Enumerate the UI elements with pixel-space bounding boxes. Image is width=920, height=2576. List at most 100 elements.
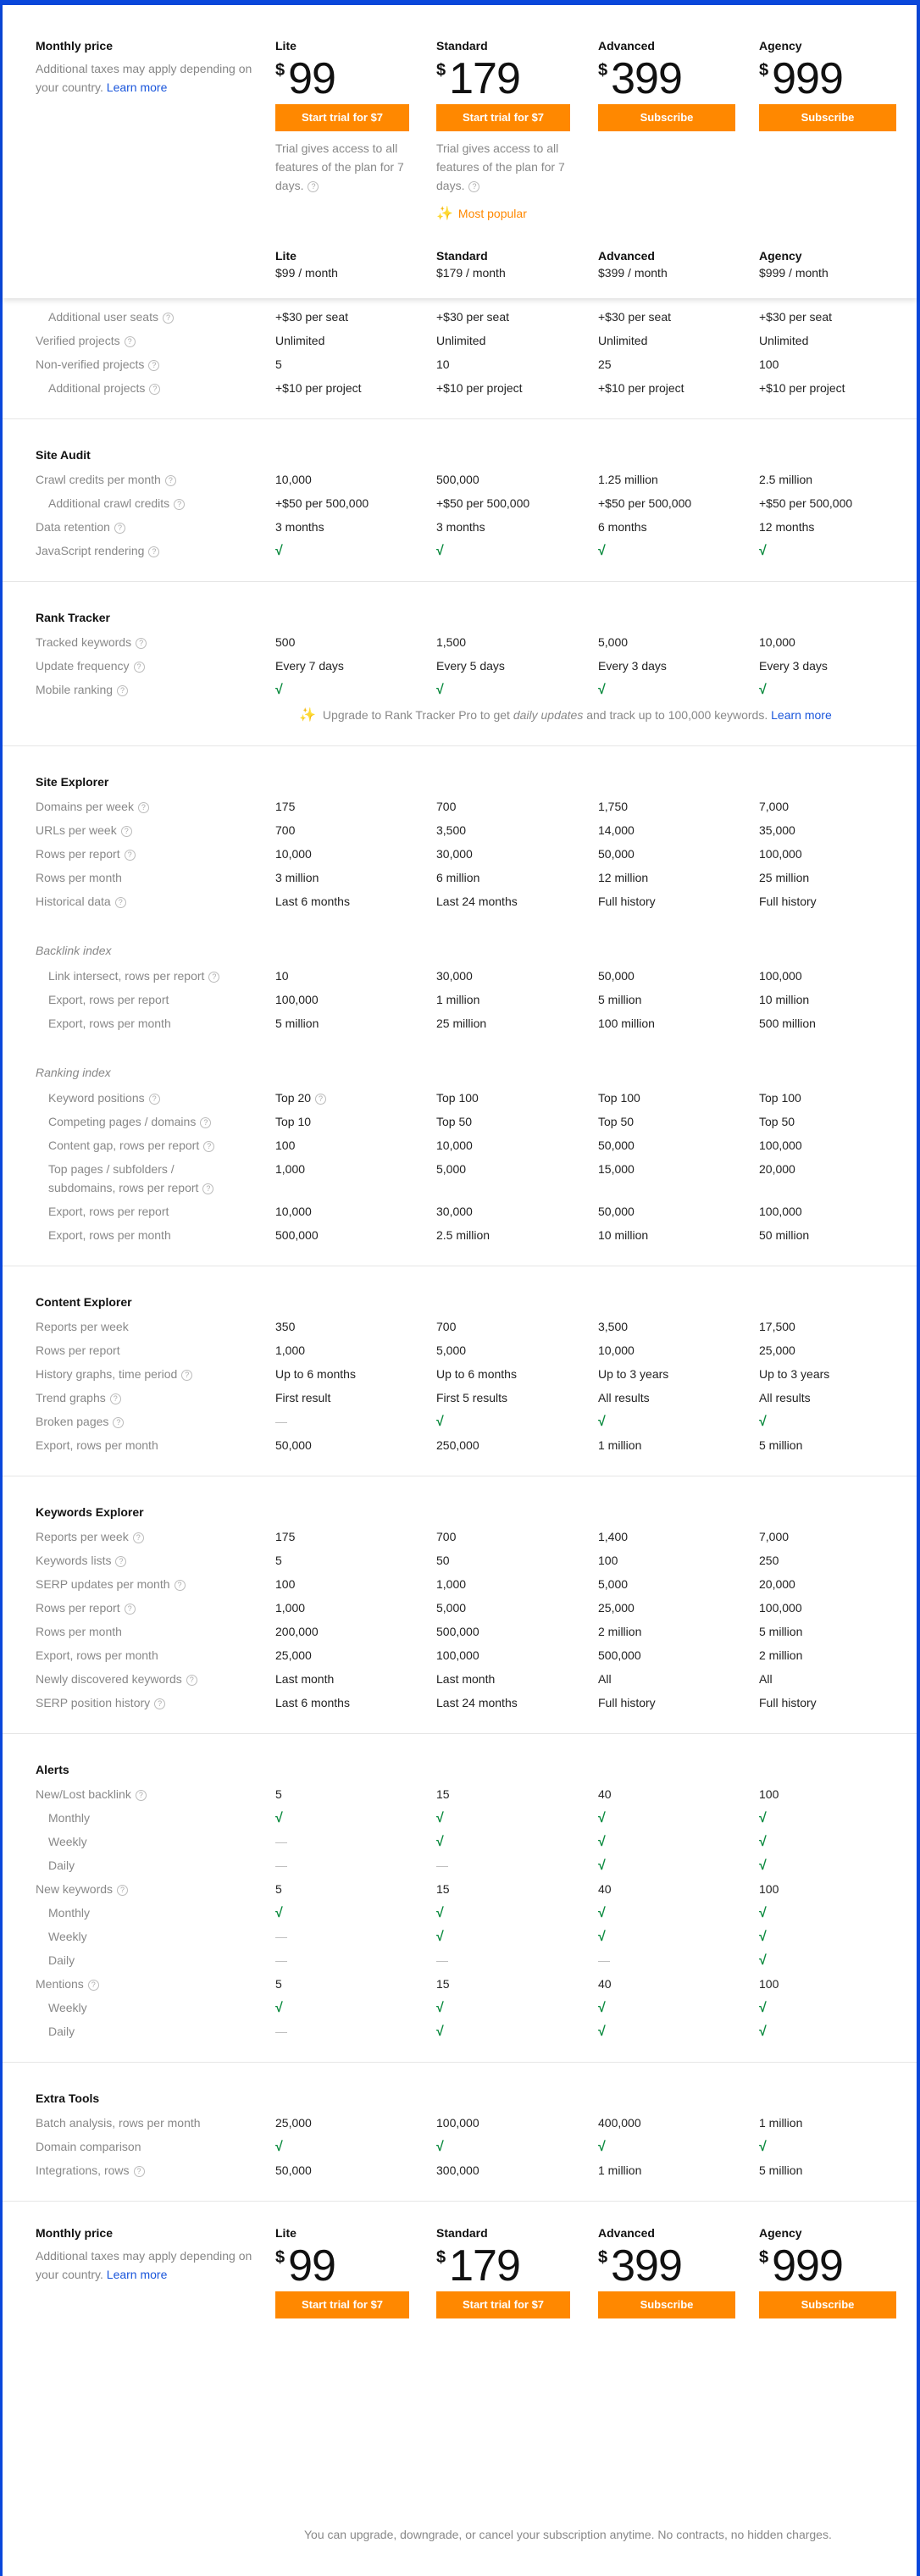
cell-value: 175	[275, 1530, 296, 1543]
price-amount: 399	[611, 2241, 683, 2291]
cell-value: 3 months	[275, 520, 324, 534]
help-icon[interactable]: ?	[174, 498, 186, 510]
help-icon[interactable]: ?	[308, 180, 319, 192]
row-label: Rows per month	[36, 866, 256, 889]
help-icon[interactable]: ?	[124, 849, 136, 861]
help-icon[interactable]: ?	[87, 1979, 99, 1991]
help-icon[interactable]: ?	[164, 474, 176, 486]
cell: 25,000	[275, 2111, 419, 2135]
row-label: New/Lost backlink?	[36, 1782, 256, 1806]
cell: √	[598, 539, 742, 563]
help-icon[interactable]: ?	[162, 312, 174, 324]
help-icon[interactable]: ?	[114, 896, 126, 908]
help-icon[interactable]: ?	[117, 684, 129, 696]
help-icon[interactable]: ?	[115, 1555, 127, 1567]
cell-value: 250	[759, 1554, 779, 1567]
table-row: JavaScript rendering? √ √ √ √	[3, 539, 917, 562]
help-icon[interactable]: ?	[208, 971, 220, 983]
help-icon[interactable]: ?	[148, 546, 160, 557]
help-icon[interactable]: ?	[133, 2165, 145, 2177]
cell-value: 35,000	[759, 823, 795, 837]
check-icon: √	[759, 1859, 767, 1873]
cell: 100 million	[598, 1011, 742, 1035]
help-icon[interactable]: ?	[154, 1698, 166, 1709]
check-icon: √	[436, 1930, 444, 1944]
cell-value: 350	[275, 1320, 296, 1333]
currency-symbol: $	[275, 2248, 285, 2267]
subscribe-button[interactable]: Subscribe	[759, 104, 896, 131]
help-icon[interactable]: ?	[468, 180, 480, 192]
row-label-text: SERP updates per month?	[36, 1577, 186, 1591]
upgrade-learn-more-link[interactable]: Learn more	[771, 708, 832, 722]
start-trial-button[interactable]: Start trial for $7	[436, 104, 570, 131]
cell: 100	[759, 1972, 903, 1996]
subscribe-button[interactable]: Subscribe	[598, 104, 735, 131]
help-icon[interactable]: ?	[114, 522, 125, 534]
help-icon[interactable]: ?	[186, 1674, 197, 1686]
help-icon[interactable]: ?	[148, 359, 160, 371]
compact-plan-header: Agency $999 / month	[759, 249, 903, 280]
cell: √	[598, 2135, 742, 2159]
cell: 500	[275, 630, 419, 654]
help-icon[interactable]: ?	[120, 825, 132, 837]
plan-price: $999	[759, 56, 903, 103]
cell: 10,000	[275, 842, 419, 866]
compact-plan-header: Standard $179 / month	[436, 249, 580, 280]
help-icon[interactable]: ?	[124, 335, 136, 347]
cell-value: 2.5 million	[436, 1228, 490, 1242]
check-icon: √	[436, 1835, 444, 1849]
cell: 3 million	[275, 866, 419, 889]
table-row: SERP updates per month? 100 1,000 5,000 20,0…	[3, 1572, 917, 1596]
cell-value: 100	[759, 1882, 779, 1896]
help-icon[interactable]: ?	[133, 661, 145, 673]
cell: 6 million	[436, 866, 580, 889]
help-icon[interactable]: ?	[137, 801, 149, 813]
cell: —	[598, 1948, 742, 1972]
help-icon[interactable]: ?	[117, 1884, 129, 1896]
help-icon[interactable]: ?	[149, 383, 161, 395]
cell: 5	[275, 1548, 419, 1572]
help-icon[interactable]: ?	[113, 1416, 125, 1428]
check-icon: √	[598, 2140, 606, 2154]
cell-value: 700	[436, 800, 457, 813]
cell: √	[436, 2135, 580, 2159]
cell: √	[275, 2135, 419, 2159]
help-icon[interactable]: ?	[203, 1140, 215, 1152]
help-icon[interactable]: ?	[202, 1183, 214, 1194]
start-trial-button[interactable]: Start trial for $7	[436, 2291, 570, 2318]
cell: 100,000	[759, 842, 903, 866]
plan-name: Standard	[436, 39, 488, 53]
help-icon[interactable]: ?	[200, 1116, 212, 1128]
help-icon[interactable]: ?	[315, 1093, 327, 1105]
cell: 700	[436, 1315, 580, 1338]
cell-value: 5	[275, 357, 282, 371]
table-row: Weekly — √ √ √	[3, 1830, 917, 1853]
help-icon[interactable]: ?	[135, 1789, 147, 1801]
help-icon[interactable]: ?	[148, 1093, 160, 1105]
help-icon[interactable]: ?	[174, 1579, 186, 1591]
cell-value: +$10 per project	[436, 381, 523, 395]
table-row: Broken pages? — √ √ √	[3, 1410, 917, 1433]
learn-more-link[interactable]: Learn more	[107, 2268, 168, 2281]
row-label-text: Additional crawl credits?	[36, 496, 186, 510]
cell-value: 5 million	[275, 1017, 319, 1030]
cell-value: Every 3 days	[598, 659, 667, 673]
start-trial-button[interactable]: Start trial for $7	[275, 2291, 409, 2318]
cell-value: 40	[598, 1787, 612, 1801]
dash-icon: —	[275, 1953, 287, 1967]
subscribe-button[interactable]: Subscribe	[759, 2291, 896, 2318]
cell: 5,000	[436, 1596, 580, 1620]
table-row: Rows per report? 10,000 30,000 50,000 100,00…	[3, 842, 917, 866]
help-icon[interactable]: ?	[136, 637, 147, 649]
cell-value: 25 million	[436, 1017, 487, 1030]
help-icon[interactable]: ?	[109, 1393, 121, 1404]
currency-symbol: $	[436, 2248, 446, 2267]
help-icon[interactable]: ?	[124, 1603, 136, 1615]
subscribe-button[interactable]: Subscribe	[598, 2291, 735, 2318]
cell-value: All results	[598, 1391, 650, 1404]
help-icon[interactable]: ?	[181, 1369, 193, 1381]
learn-more-link[interactable]: Learn more	[107, 80, 168, 94]
cell-value: Top 100	[759, 1091, 801, 1105]
help-icon[interactable]: ?	[132, 1532, 144, 1543]
start-trial-button[interactable]: Start trial for $7	[275, 104, 409, 131]
